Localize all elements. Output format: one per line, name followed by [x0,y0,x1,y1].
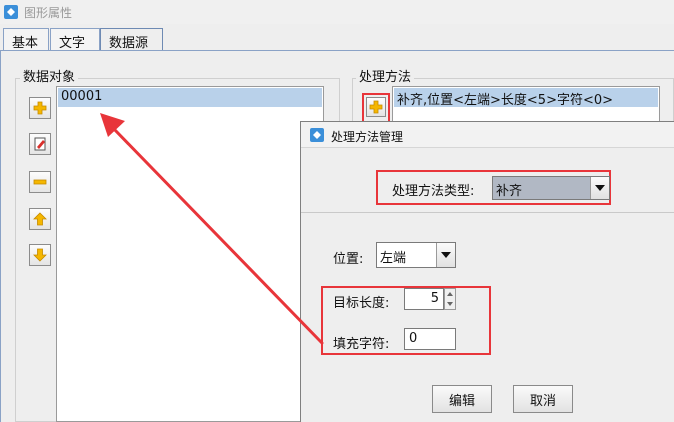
annotation-arrow [100,113,324,345]
